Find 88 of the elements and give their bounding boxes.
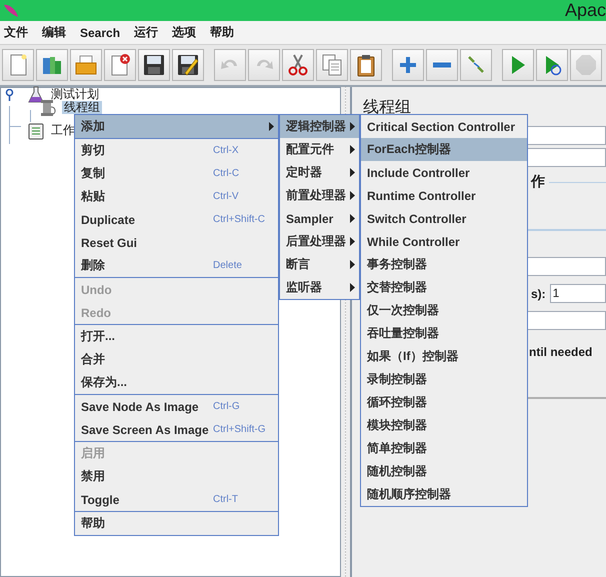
start-button[interactable] [502,49,534,81]
copy-icon [320,53,344,77]
menu-item[interactable]: Critical Section Controller [361,115,527,138]
menu-item[interactable]: ForEach控制器 [361,138,527,161]
menu-item[interactable]: 配置元件 [280,138,359,161]
expand-handle-icon[interactable] [5,88,14,100]
expand-button[interactable] [392,49,424,81]
tree-line [30,110,31,122]
menu-item[interactable]: 合并 [75,348,278,371]
menu-item[interactable]: Reset Gui [75,231,278,254]
shortcut-label: Ctrl+Shift-C [213,214,265,225]
shortcut-label: Ctrl-X [213,145,239,156]
menu-item[interactable]: Include Controller [361,161,527,184]
menu-item[interactable]: 断言 [280,253,359,276]
number-field[interactable]: 1 [550,284,606,303]
window-title: Apac [564,0,606,21]
close-button[interactable] [104,49,136,81]
menu-item[interactable]: 如果（If）控制器 [361,345,527,368]
shortcut-label: Ctrl-V [213,191,239,202]
start-no-pause-button[interactable] [536,49,568,81]
menu-bar-item[interactable]: 编辑 [42,24,66,41]
menu-item[interactable]: 简单控制器 [361,437,527,460]
checkbox-label: ntil needed [529,345,592,359]
menu-item[interactable]: 删除 Delete [75,254,278,277]
menu-item[interactable]: 录制控制器 [361,368,527,391]
minus-icon [430,62,454,68]
menu-item[interactable]: 添加 [75,115,278,138]
menu-item[interactable]: Save Node As Image Ctrl-G [75,395,278,418]
menu-item[interactable]: Duplicate Ctrl+Shift-C [75,208,278,231]
menu-item[interactable]: Sampler [280,207,359,230]
templates-button[interactable] [36,49,68,81]
floppy-pencil-icon [176,53,200,77]
menu-item[interactable]: 吞吐量控制器 [361,322,527,345]
menu-bar-item[interactable]: Search [80,26,120,40]
menu-item[interactable]: 帮助 [75,512,278,535]
folder-icon [74,53,98,77]
shortcut-label: Ctrl-G [213,401,240,412]
menu-item[interactable]: 随机控制器 [361,460,527,483]
menu-bar-item[interactable]: 帮助 [210,24,234,41]
menu-item[interactable]: Switch Controller [361,207,527,230]
menu-bar-item[interactable]: 选项 [172,24,196,41]
menu-item[interactable]: 剪切 Ctrl-X [75,139,278,162]
open-button[interactable] [70,49,102,81]
save-button[interactable] [138,49,170,81]
menu-item[interactable]: 仅一次控制器 [361,299,527,322]
menu-item[interactable]: Save Screen As Image Ctrl+Shift-G [75,418,278,441]
cut-button[interactable] [282,49,314,81]
collapse-button[interactable] [426,49,458,81]
menu-item[interactable]: 粘贴 Ctrl-V [75,185,278,208]
menu-item[interactable]: 禁用 [75,465,278,488]
new-button[interactable] [2,49,34,81]
menu-item[interactable]: While Controller [361,230,527,253]
menu-item[interactable]: 交替控制器 [361,276,527,299]
scissors-icon [286,53,310,77]
spool-icon [39,98,57,116]
tree-item[interactable]: 线程组 [62,101,102,114]
tree-item[interactable]: 测试计划 [49,88,101,101]
menu-bar-item[interactable]: 运行 [134,24,158,41]
menu-item[interactable]: 事务控制器 [361,253,527,276]
shortcut-label: Ctrl-C [213,168,240,179]
menu-item[interactable]: 保存为... [75,371,278,394]
shortcut-label: Ctrl+Shift-G [213,424,266,435]
shortcut-label: Ctrl-T [213,494,238,505]
field-label: s): [531,286,546,300]
stop-icon [574,53,598,77]
menu-item[interactable]: 随机顺序控制器 [361,483,527,506]
menu-item[interactable]: Runtime Controller [361,184,527,207]
menu-item[interactable]: 定时器 [280,161,359,184]
menu-item[interactable]: 逻辑控制器 [280,115,359,138]
menu-item[interactable]: 循环控制器 [361,391,527,414]
menu-bar-item[interactable]: 文件 [4,24,28,41]
menu-item[interactable]: 前置处理器 [280,184,359,207]
menu-item[interactable]: Toggle Ctrl-T [75,488,278,511]
save-as-button[interactable] [172,49,204,81]
menu-item[interactable]: 复制 Ctrl-C [75,162,278,185]
menu-item[interactable]: 后置处理器 [280,230,359,253]
toggle-button[interactable] [460,49,492,81]
menu-item[interactable]: 打开... [75,325,278,348]
tree-item[interactable]: 工作 [49,124,77,137]
shortcut-label: Delete [213,260,242,271]
menu-item[interactable]: 监听器 [280,276,359,299]
floppy-icon [142,53,166,77]
menu-item[interactable]: 模块控制器 [361,414,527,437]
copy-button[interactable] [316,49,348,81]
panel-title: 线程组 [363,98,412,118]
group-label: 作 [531,173,545,191]
paste-button[interactable] [350,49,382,81]
clipboard-icon [28,122,44,140]
